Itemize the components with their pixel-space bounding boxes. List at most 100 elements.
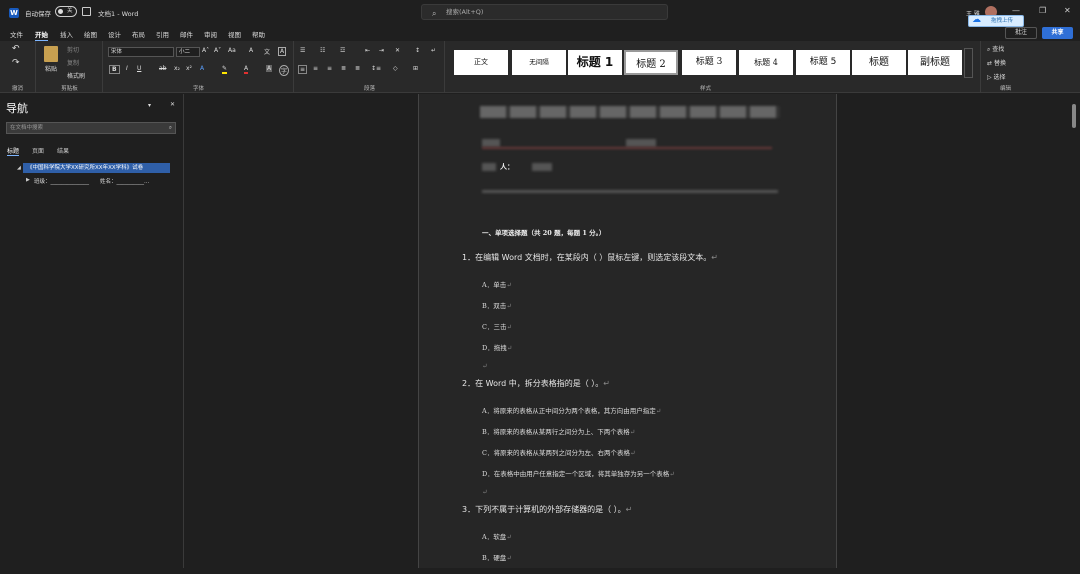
search-icon: ⌕ <box>432 9 437 18</box>
vertical-scrollbar[interactable] <box>1072 104 1076 128</box>
document-page[interactable] <box>418 94 837 574</box>
cut-button[interactable]: 剪切 <box>67 45 79 54</box>
undo-group: ↶ ↷ 撤消 <box>0 41 36 93</box>
nav-heading-sub[interactable]: 班级：______________ 姓名：__________... <box>34 177 149 185</box>
align-left-icon[interactable]: ≡ <box>298 65 308 74</box>
font-color-icon[interactable]: A <box>244 65 249 74</box>
style-heading-5[interactable]: 标题 5 <box>796 50 850 75</box>
style-heading-3[interactable]: 标题 3 <box>682 50 736 75</box>
sort-icon[interactable]: ↕ <box>415 47 420 54</box>
superscript-icon[interactable]: x² <box>186 65 192 72</box>
style-normal[interactable]: 正文 <box>454 50 508 75</box>
nav-title: 导航 <box>6 102 28 115</box>
nav-heading-selected[interactable]: 《中国科学院大学XX研究所XX年XX学科》试卷 <box>23 163 170 173</box>
char-shading-icon[interactable]: A <box>266 65 273 72</box>
increase-indent-icon[interactable]: ⇥ <box>379 47 384 54</box>
distributed-icon[interactable]: ≣ <box>355 65 360 72</box>
change-case-icon[interactable]: Aa <box>228 47 236 54</box>
nav-close-icon[interactable]: ✕ <box>170 101 175 108</box>
align-center-icon[interactable]: ≡ <box>313 65 318 72</box>
char-border-icon[interactable]: A <box>278 47 287 56</box>
font-size-select[interactable]: 小二 <box>176 47 200 57</box>
paragraph-mark: ↵ <box>482 488 488 496</box>
tab-draw[interactable]: 绘图 <box>84 29 97 39</box>
editing-group: ⌕ 查找 ⇄ 替换 ▷ 选择 编辑 <box>980 41 1030 93</box>
blurred-title <box>480 106 780 118</box>
tab-insert[interactable]: 插入 <box>60 29 73 39</box>
nav-tab-pages[interactable]: 页面 <box>32 146 44 155</box>
style-no-spacing[interactable]: 无间隔 <box>512 50 566 75</box>
tab-file[interactable]: 文件 <box>10 29 23 39</box>
grow-font-icon[interactable]: A˄ <box>202 47 209 54</box>
tab-references[interactable]: 引用 <box>156 29 169 39</box>
close-button[interactable]: ✕ <box>1064 6 1071 15</box>
replace-button[interactable]: ⇄ 替换 <box>987 58 1006 67</box>
nav-options-icon[interactable]: ▾ <box>148 102 151 109</box>
subscript-icon[interactable]: x₂ <box>174 65 180 72</box>
align-right-icon[interactable]: ≡ <box>327 65 332 72</box>
nav-search-input[interactable]: 在文档中搜索 ⌕ <box>6 122 176 134</box>
tab-help[interactable]: 帮助 <box>252 29 265 39</box>
redo-icon[interactable]: ↷ <box>12 58 20 68</box>
nav-tab-results[interactable]: 结果 <box>57 146 69 155</box>
line-spacing-icon[interactable]: ↕≡ <box>371 65 381 72</box>
italic-icon[interactable]: I <box>126 65 128 72</box>
phonetic-icon[interactable]: 文 <box>264 47 270 56</box>
bold-icon[interactable]: B <box>109 65 120 74</box>
question-1: 1．在编辑 Word 文档时，在某段内（ ）鼠标左键，则选定该段文本。↵ <box>462 253 718 262</box>
tab-layout[interactable]: 布局 <box>132 29 145 39</box>
numbering-icon[interactable]: ☷ <box>320 47 325 54</box>
search-input[interactable]: ⌕ 搜索(Alt+Q) <box>421 4 668 20</box>
save-icon[interactable] <box>82 7 91 16</box>
clipboard-group: 粘贴 剪切 复制 格式刷 剪贴板 <box>37 41 103 93</box>
format-painter-button[interactable]: 格式刷 <box>67 71 85 80</box>
select-button[interactable]: ▷ 选择 <box>987 72 1006 81</box>
blurred-text <box>482 163 496 171</box>
undo-icon[interactable]: ↶ <box>12 44 20 54</box>
underline-icon[interactable]: U <box>137 65 141 72</box>
nav-search-icon[interactable]: ⌕ <box>169 123 172 133</box>
font-name-select[interactable]: 宋体 <box>108 47 174 57</box>
style-heading-1[interactable]: 标题 1 <box>568 50 622 75</box>
paste-button[interactable]: 粘贴 <box>45 64 57 73</box>
shading-icon[interactable]: ◇ <box>393 65 398 72</box>
show-marks-icon[interactable]: ↵ <box>431 47 436 54</box>
justify-icon[interactable]: ≣ <box>341 65 346 72</box>
style-heading-4[interactable]: 标题 4 <box>739 50 793 75</box>
borders-icon[interactable]: ⊞ <box>413 65 418 72</box>
ribbon: ↶ ↷ 撤消 粘贴 剪切 复制 格式刷 剪贴板 宋体 小二 A˄ A˅ Aa A… <box>0 41 1080 93</box>
nav-tab-headings[interactable]: 标题 <box>7 146 20 156</box>
minimize-button[interactable]: — <box>1012 6 1020 15</box>
highlight-icon[interactable]: ✎ <box>222 65 228 74</box>
clear-format-icon[interactable]: A <box>249 47 253 54</box>
tab-mailings[interactable]: 邮件 <box>180 29 193 39</box>
chinese-layout-icon[interactable]: ✕ <box>395 47 400 54</box>
option: C．将原来的表格从某两列之间分为左、右两个表格↵ <box>482 449 636 457</box>
strikethrough-icon[interactable]: ab <box>159 65 167 72</box>
shrink-font-icon[interactable]: A˅ <box>214 47 221 54</box>
bullets-icon[interactable]: ☰ <box>300 47 305 54</box>
styles-scroll[interactable] <box>964 48 973 78</box>
find-button[interactable]: ⌕ 查找 <box>987 44 1004 54</box>
tab-view[interactable]: 视图 <box>228 29 241 39</box>
styles-gallery: 正文 无间隔 标题 1 标题 2 标题 3 标题 4 标题 5 标题 副标题 <box>452 48 962 78</box>
autosave-toggle[interactable]: 关 <box>55 6 77 17</box>
enclose-char-icon[interactable]: 字 <box>279 65 290 76</box>
share-button[interactable]: 共享 <box>1042 27 1073 39</box>
comment-button[interactable]: 批注 <box>1005 27 1037 39</box>
decrease-indent-icon[interactable]: ⇤ <box>365 47 370 54</box>
expand-icon[interactable]: ▶ <box>26 177 30 183</box>
collapse-icon[interactable]: ◢ <box>17 165 21 171</box>
tab-design[interactable]: 设计 <box>108 29 121 39</box>
style-title[interactable]: 标题 <box>852 50 906 75</box>
undo-group-label: 撤消 <box>11 86 23 92</box>
copy-button[interactable]: 复制 <box>67 58 79 67</box>
font-group: 宋体 小二 A˄ A˅ Aa A 文 A B I U ab x₂ x² A ✎ … <box>104 41 294 93</box>
style-subtitle[interactable]: 副标题 <box>908 50 962 75</box>
multilevel-list-icon[interactable]: ☲ <box>340 47 345 54</box>
maximize-button[interactable]: ❐ <box>1039 6 1046 15</box>
style-heading-2[interactable]: 标题 2 <box>624 50 678 75</box>
paste-icon[interactable] <box>44 46 58 62</box>
text-effect-icon[interactable]: A <box>200 65 204 72</box>
tab-review[interactable]: 审阅 <box>204 29 217 39</box>
